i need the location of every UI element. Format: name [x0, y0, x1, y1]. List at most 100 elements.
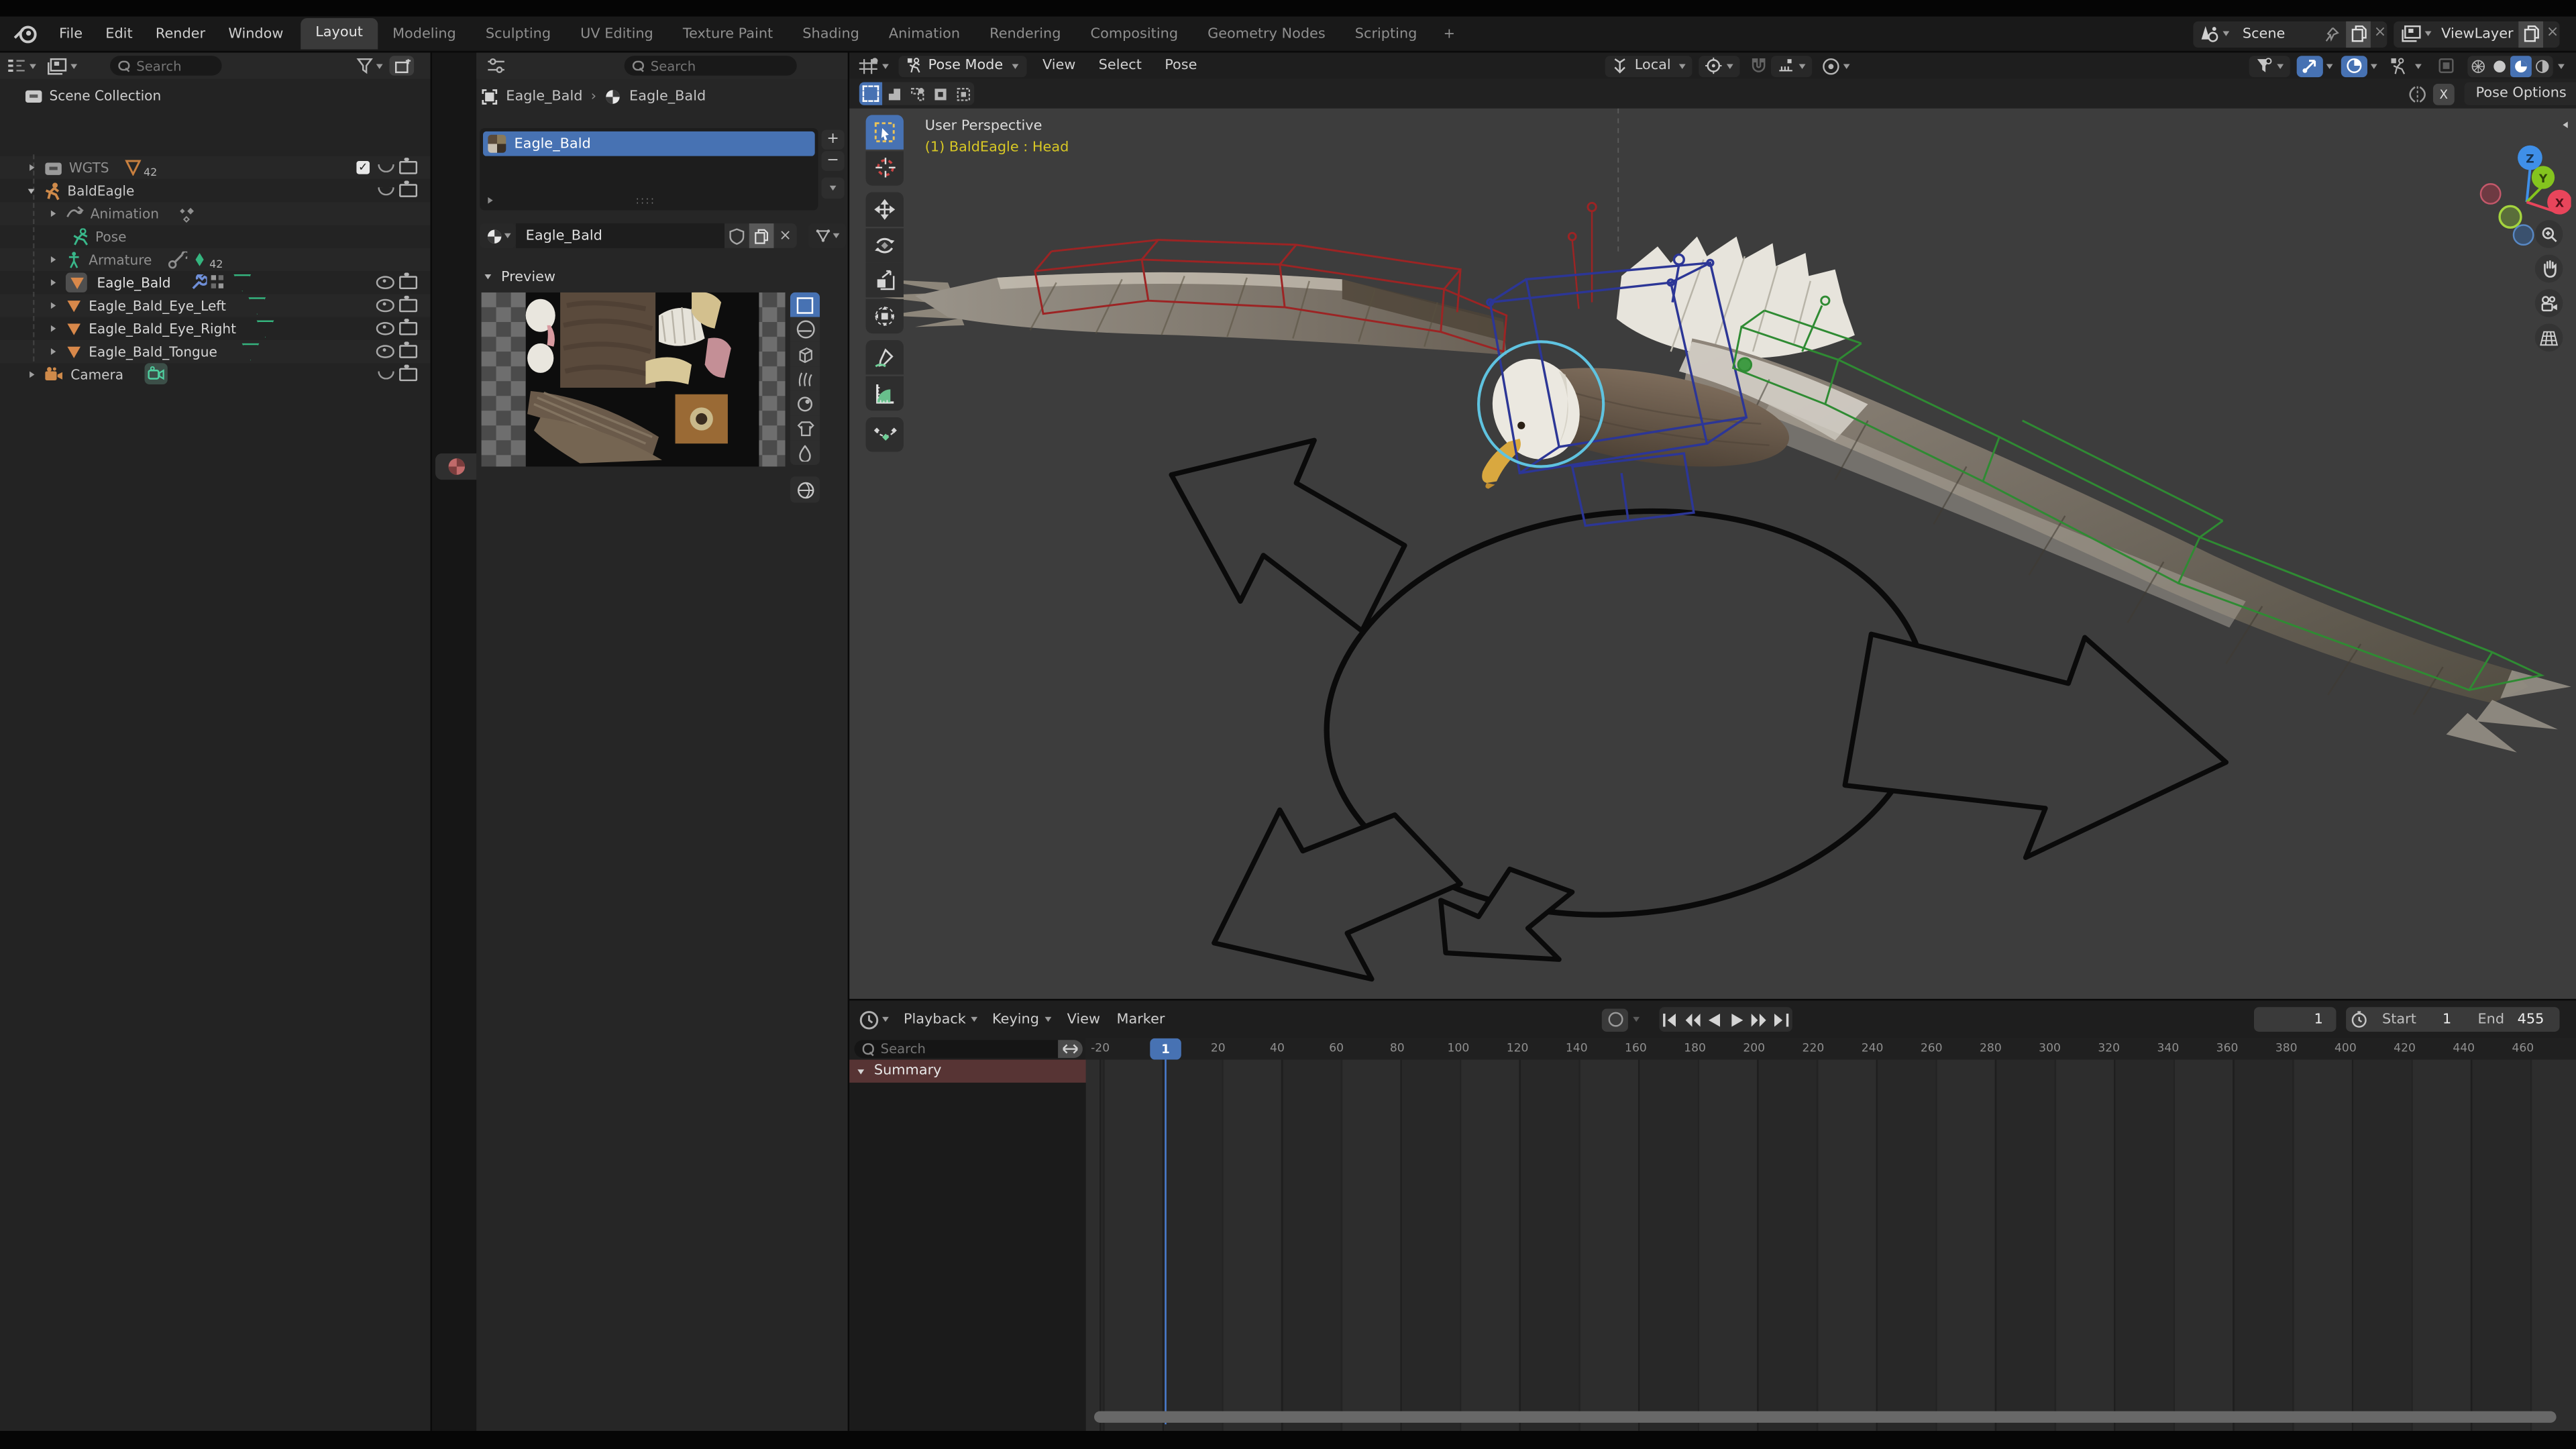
- preview-cube-button[interactable]: [790, 341, 820, 366]
- tool-measure[interactable]: [866, 376, 904, 410]
- xray-armature-button[interactable]: [2385, 55, 2412, 76]
- menu-edit[interactable]: Edit: [94, 25, 144, 42]
- tool-scale[interactable]: [866, 263, 904, 297]
- expand-icon[interactable]: [30, 164, 34, 171]
- resize-grip[interactable]: ::::: [636, 195, 656, 207]
- screen-toggle-icon[interactable]: [378, 164, 394, 172]
- gizmos-toggle[interactable]: [2297, 55, 2323, 76]
- axis-neg-y[interactable]: [2500, 206, 2521, 227]
- timeline-editor-type-icon[interactable]: [859, 1010, 879, 1029]
- viewport-zoom-button[interactable]: [2535, 220, 2563, 248]
- proportional-edit-icon[interactable]: [1822, 56, 1840, 74]
- menu-marker[interactable]: Marker: [1117, 1011, 1165, 1027]
- unlink-material-button[interactable]: ×: [773, 223, 796, 248]
- bone-widget-right-wing-green[interactable]: [1733, 297, 2542, 690]
- slot-specials-button[interactable]: [821, 177, 844, 199]
- render-visibility-icon[interactable]: [399, 276, 417, 290]
- jump-next-keyframe-button[interactable]: [1748, 1007, 1770, 1032]
- viewport-pan-button[interactable]: [2535, 255, 2563, 283]
- menu-playback[interactable]: Playback: [904, 1011, 966, 1027]
- toggle-xray-button[interactable]: [2433, 55, 2458, 76]
- hide-viewport-icon[interactable]: [376, 299, 394, 311]
- filter-expand-button[interactable]: [1058, 1040, 1083, 1058]
- menu-view[interactable]: View: [1067, 1011, 1100, 1027]
- gizmos-chevron[interactable]: [2326, 63, 2333, 68]
- expand-icon[interactable]: [51, 279, 56, 286]
- snap-magnet-icon[interactable]: [1750, 56, 1768, 74]
- tab-modeling[interactable]: Modeling: [378, 25, 471, 42]
- select-extend-button[interactable]: [882, 82, 905, 105]
- axis-neg-z[interactable]: [2514, 225, 2533, 245]
- jump-prev-keyframe-button[interactable]: [1682, 1007, 1704, 1032]
- remove-slot-button[interactable]: −: [821, 151, 844, 170]
- end-value[interactable]: 455: [2518, 1011, 2544, 1027]
- outliner-search-input[interactable]: Search: [110, 56, 222, 75]
- render-visibility-icon[interactable]: [399, 299, 417, 313]
- render-visibility-icon[interactable]: [399, 160, 417, 174]
- outliner-row-pose[interactable]: Pose: [0, 225, 431, 248]
- screen-toggle-icon[interactable]: [378, 186, 394, 195]
- panel-preview-header[interactable]: Preview ::::: [480, 264, 849, 289]
- new-viewlayer-button[interactable]: [2518, 21, 2543, 47]
- start-value[interactable]: 1: [2443, 1011, 2451, 1027]
- mirror-x-button[interactable]: X: [2433, 83, 2455, 105]
- tab-layout[interactable]: Layout: [301, 18, 378, 50]
- axis-neg-x[interactable]: [2481, 184, 2500, 203]
- overlays-toggle[interactable]: [2341, 55, 2367, 76]
- new-collection-button[interactable]: [389, 56, 414, 75]
- playhead[interactable]: [1164, 1060, 1167, 1425]
- tab-material-active[interactable]: [435, 453, 476, 480]
- xray-chevron[interactable]: [2415, 63, 2422, 68]
- shading-wireframe-button[interactable]: [2467, 55, 2489, 76]
- separator[interactable]: [849, 999, 2576, 1000]
- new-material-button[interactable]: [749, 223, 774, 248]
- menu-file[interactable]: File: [48, 25, 94, 42]
- outliner-row-eye-right[interactable]: Eagle_Bald_Eye_Right: [0, 317, 431, 340]
- separator[interactable]: [848, 52, 849, 1431]
- tool-move[interactable]: [866, 193, 904, 227]
- slot-drag-icon[interactable]: [488, 197, 492, 204]
- shading-material-button[interactable]: [2510, 55, 2532, 76]
- preview-fluid-button[interactable]: [790, 440, 820, 465]
- scene-3d[interactable]: [849, 109, 2576, 999]
- breadcrumb-material[interactable]: Eagle_Bald: [629, 89, 706, 105]
- overlays-chevron[interactable]: [2371, 63, 2377, 68]
- tab-uv-editing[interactable]: UV Editing: [566, 25, 668, 42]
- outliner-row-eagle-bald[interactable]: Eagle_Bald: [0, 271, 431, 294]
- expand-icon[interactable]: [51, 348, 56, 355]
- snap-dropdown[interactable]: [1771, 55, 1812, 76]
- properties-editor-type-icon[interactable]: [486, 58, 506, 74]
- viewlayer-selector[interactable]: ViewLayer ×: [2394, 21, 2559, 47]
- current-frame-badge[interactable]: 1: [1150, 1038, 1181, 1060]
- navigation-gizmo[interactable]: Z Y X: [2476, 115, 2571, 279]
- pin-icon[interactable]: [2324, 25, 2339, 42]
- preview-hair-button[interactable]: [790, 366, 820, 391]
- render-visibility-icon[interactable]: [399, 345, 417, 359]
- tool-rotate[interactable]: [866, 227, 904, 262]
- auto-keying-toggle[interactable]: [1602, 1008, 1628, 1030]
- unlink-scene-icon[interactable]: ×: [2374, 24, 2386, 40]
- outliner-row-eye-left[interactable]: Eagle_Bald_Eye_Left: [0, 294, 431, 317]
- add-workspace-button[interactable]: +: [1432, 25, 1466, 42]
- material-name-field[interactable]: Eagle_Bald: [516, 223, 724, 248]
- viewport-editor-type-icon[interactable]: [857, 56, 879, 74]
- tab-shading[interactable]: Shading: [788, 25, 874, 42]
- select-set-button[interactable]: [859, 82, 882, 105]
- blender-logo-icon[interactable]: [13, 24, 38, 44]
- outliner-row-scene-collection[interactable]: Scene Collection: [0, 84, 431, 107]
- hide-viewport-icon[interactable]: [376, 276, 394, 288]
- tab-texture-paint[interactable]: Texture Paint: [668, 25, 788, 42]
- axis-y[interactable]: Y: [2532, 166, 2555, 189]
- mode-dropdown[interactable]: Pose Mode: [899, 55, 1026, 76]
- tool-select-box[interactable]: [866, 115, 904, 149]
- axis-z[interactable]: Z: [2518, 146, 2542, 170]
- properties-search-input[interactable]: Search: [625, 56, 797, 75]
- tab-rendering[interactable]: Rendering: [975, 25, 1075, 42]
- tool-cursor[interactable]: [866, 150, 904, 184]
- collection-checkbox[interactable]: ✓: [356, 161, 370, 174]
- display-mode-icon[interactable]: [46, 56, 68, 74]
- preview-world-button[interactable]: [790, 476, 820, 502]
- orientation-dropdown[interactable]: Local: [1605, 55, 1693, 76]
- tab-compositing[interactable]: Compositing: [1076, 25, 1193, 42]
- render-visibility-icon[interactable]: [399, 321, 417, 335]
